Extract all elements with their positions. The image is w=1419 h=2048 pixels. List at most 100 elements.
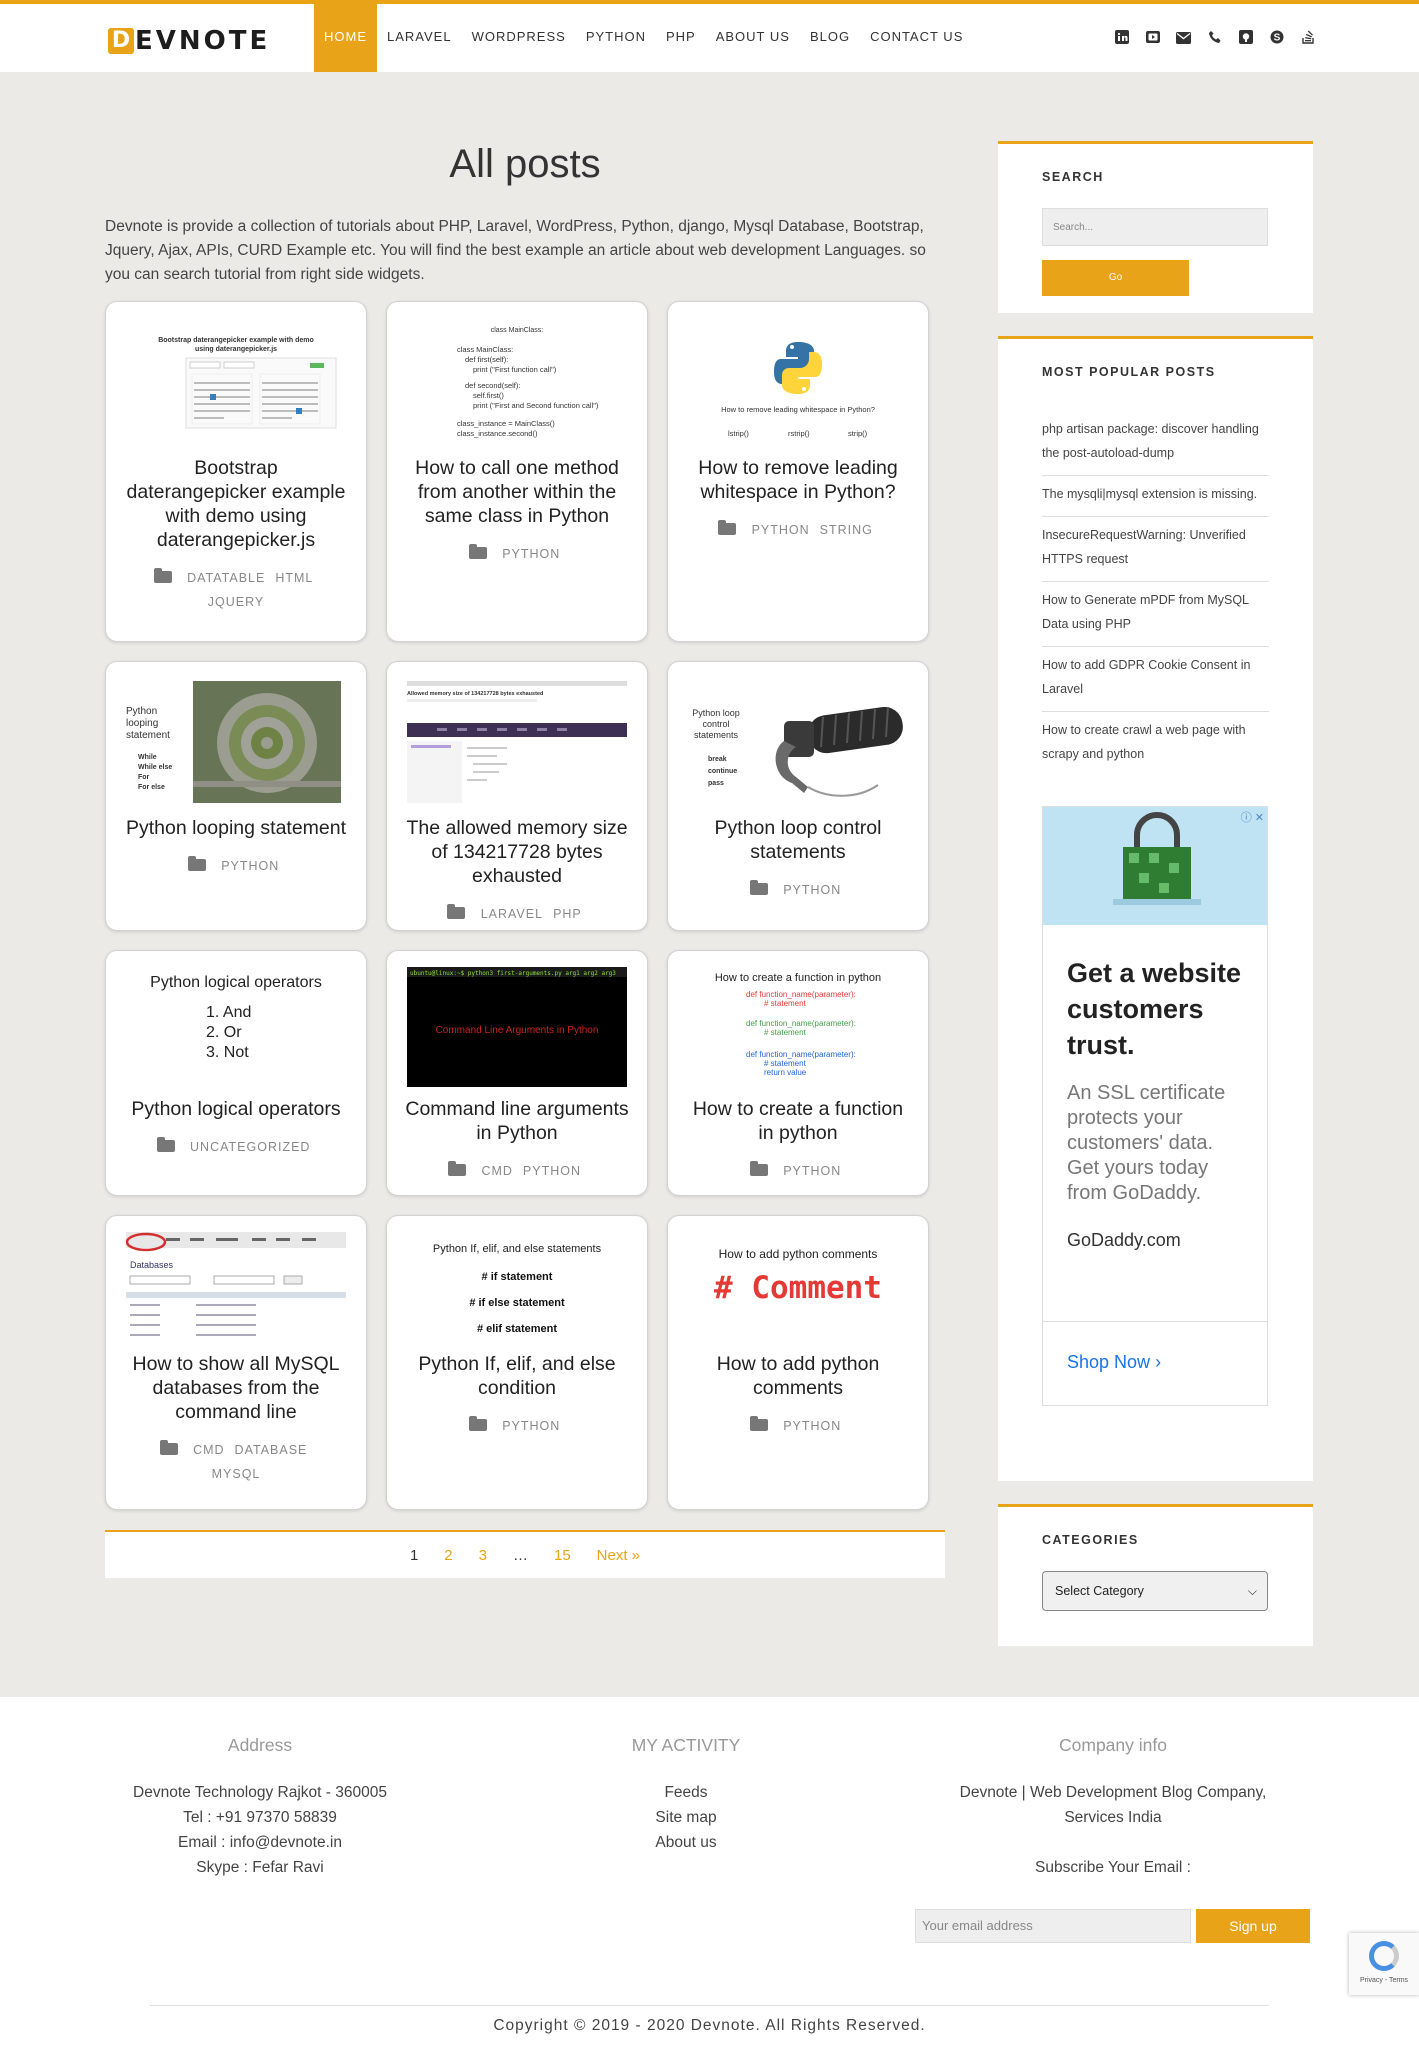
post-thumbnail[interactable]: Python logical operators 1. And 2. Or 3.… bbox=[126, 967, 346, 1087]
post-title[interactable]: Command line arguments in Python bbox=[405, 1097, 629, 1145]
post-thumbnail[interactable]: How to add python comments # Comment bbox=[688, 1232, 908, 1342]
post-card[interactable]: How to add python comments # Comment How… bbox=[667, 1215, 929, 1510]
nav-contact-us[interactable]: CONTACT US bbox=[860, 4, 973, 72]
phone-icon[interactable] bbox=[1205, 30, 1224, 49]
popular-post-link[interactable]: php artisan package: discover handling t… bbox=[1042, 411, 1269, 476]
post-tag[interactable]: PYTHON bbox=[752, 523, 810, 537]
post-title[interactable]: How to call one method from another with… bbox=[405, 456, 629, 528]
post-tag[interactable]: PYTHON bbox=[502, 547, 560, 561]
popular-post-link[interactable]: How to Generate mPDF from MySQL Data usi… bbox=[1042, 582, 1269, 647]
post-card[interactable]: Python If, elif, and else statements # i… bbox=[386, 1215, 648, 1510]
linkedin-icon[interactable] bbox=[1112, 30, 1131, 49]
post-title[interactable]: Python loop control statements bbox=[686, 816, 910, 864]
post-thumbnail[interactable]: How to create a function in python def f… bbox=[688, 967, 908, 1087]
post-thumbnail[interactable]: Python looping statement While While els… bbox=[126, 678, 346, 806]
page-link[interactable]: 2 bbox=[431, 1547, 465, 1564]
nav-python[interactable]: PYTHON bbox=[576, 4, 656, 72]
ad-brand[interactable]: GoDaddy.com bbox=[1067, 1230, 1243, 1251]
popular-post-link[interactable]: InsecureRequestWarning: Unverified HTTPS… bbox=[1042, 517, 1269, 582]
skype-icon[interactable]: S bbox=[1267, 30, 1286, 49]
recaptcha-text[interactable]: Privacy - Terms bbox=[1360, 1977, 1408, 1984]
post-title[interactable]: Python looping statement bbox=[124, 816, 348, 840]
post-thumbnail[interactable]: ubuntu@linux:~$ python3 first-arguments.… bbox=[407, 967, 627, 1087]
signup-button[interactable]: Sign up bbox=[1196, 1909, 1310, 1943]
footer-link[interactable]: Feeds bbox=[586, 1780, 786, 1805]
post-thumbnail[interactable]: How to remove leading whitespace in Pyth… bbox=[688, 318, 908, 446]
post-card[interactable]: Python looping statement While While els… bbox=[105, 661, 367, 931]
ad-choices-icon[interactable]: ⓘ ✕ bbox=[1241, 809, 1264, 825]
nav-home[interactable]: HOME bbox=[314, 4, 377, 72]
post-title[interactable]: Python If, elif, and else condition bbox=[405, 1352, 629, 1400]
post-tag[interactable]: PYTHON bbox=[783, 1419, 841, 1433]
search-go-button[interactable]: Go bbox=[1042, 260, 1189, 296]
post-tags: UNCATEGORIZED bbox=[124, 1135, 348, 1159]
ad-image[interactable]: ⓘ ✕ bbox=[1043, 807, 1267, 925]
post-card[interactable]: class MainClass: class MainClass: def fi… bbox=[386, 301, 648, 642]
post-tag[interactable]: CMD bbox=[481, 1164, 512, 1178]
post-tag[interactable]: PYTHON bbox=[523, 1164, 581, 1178]
ad-headline[interactable]: Get a website customers trust. bbox=[1067, 955, 1243, 1063]
post-tag[interactable]: PYTHON bbox=[502, 1419, 560, 1433]
nav-about-us[interactable]: ABOUT US bbox=[706, 4, 800, 72]
page-link[interactable]: 15 bbox=[541, 1547, 584, 1564]
post-tag[interactable]: CMD bbox=[193, 1443, 224, 1457]
post-thumbnail[interactable]: Bootstrap daterangepicker example with d… bbox=[126, 318, 346, 446]
search-input[interactable]: Search... bbox=[1042, 208, 1268, 246]
popular-post-link[interactable]: The mysqli|mysql extension is missing. bbox=[1042, 476, 1269, 517]
post-tag[interactable]: DATABASE bbox=[235, 1443, 308, 1457]
page-next[interactable]: Next » bbox=[584, 1547, 653, 1564]
recaptcha-badge[interactable]: Privacy - Terms bbox=[1349, 1933, 1419, 1995]
post-tag[interactable]: MYSQL bbox=[212, 1467, 261, 1481]
post-card[interactable]: Python loop control statements break con… bbox=[667, 661, 929, 931]
nav-wordpress[interactable]: WORDPRESS bbox=[462, 4, 576, 72]
post-thumbnail[interactable]: Python If, elif, and else statements # i… bbox=[407, 1232, 627, 1342]
footer-link[interactable]: Site map bbox=[586, 1805, 786, 1830]
post-title[interactable]: How to remove leading whitespace in Pyth… bbox=[686, 456, 910, 504]
site-logo[interactable]: D EVNOTE bbox=[108, 26, 270, 56]
post-tag[interactable]: PYTHON bbox=[221, 859, 279, 873]
post-thumbnail[interactable]: Allowed memory size of 134217728 bytes e… bbox=[407, 678, 627, 806]
post-thumbnail[interactable]: Databases bbox=[126, 1232, 346, 1342]
ad-cta[interactable]: Shop Now › bbox=[1043, 1321, 1267, 1405]
post-title[interactable]: How to show all MySQL databases from the… bbox=[124, 1352, 348, 1424]
post-card[interactable]: Databases How to show all MySQL database… bbox=[105, 1215, 367, 1510]
post-title[interactable]: How to add python comments bbox=[686, 1352, 910, 1400]
ad-cta-label[interactable]: Shop Now bbox=[1067, 1352, 1150, 1372]
post-tag[interactable]: PYTHON bbox=[783, 883, 841, 897]
post-tag[interactable]: PHP bbox=[553, 907, 582, 921]
subscribe-email-input[interactable]: Your email address bbox=[915, 1909, 1191, 1943]
nav-php[interactable]: PHP bbox=[656, 4, 706, 72]
mail-icon[interactable] bbox=[1174, 30, 1193, 49]
post-tag[interactable]: DATATABLE bbox=[187, 571, 265, 585]
nav-blog[interactable]: BLOG bbox=[800, 4, 860, 72]
popular-post-link[interactable]: How to create crawl a web page with scra… bbox=[1042, 712, 1269, 776]
post-thumbnail[interactable]: Python loop control statements break con… bbox=[688, 678, 908, 806]
post-card[interactable]: Allowed memory size of 134217728 bytes e… bbox=[386, 661, 648, 931]
svg-text:S: S bbox=[1273, 33, 1280, 44]
post-title[interactable]: How to create a function in python bbox=[686, 1097, 910, 1145]
post-thumbnail[interactable]: class MainClass: class MainClass: def fi… bbox=[407, 318, 627, 446]
post-tag[interactable]: STRING bbox=[820, 523, 873, 537]
popular-post-link[interactable]: How to add GDPR Cookie Consent in Larave… bbox=[1042, 647, 1269, 712]
footer-link[interactable]: About us bbox=[586, 1830, 786, 1855]
nav-laravel[interactable]: LARAVEL bbox=[377, 4, 462, 72]
post-tag[interactable]: UNCATEGORIZED bbox=[190, 1140, 310, 1154]
stackoverflow-icon[interactable] bbox=[1298, 30, 1317, 49]
post-card[interactable]: How to remove leading whitespace in Pyth… bbox=[667, 301, 929, 642]
post-tag[interactable]: JQUERY bbox=[208, 595, 264, 609]
page-link[interactable]: 3 bbox=[466, 1547, 500, 1564]
post-tag[interactable]: HTML bbox=[275, 571, 313, 585]
youtube-icon[interactable] bbox=[1143, 30, 1162, 49]
post-card[interactable]: Python logical operators 1. And 2. Or 3.… bbox=[105, 950, 367, 1196]
category-select[interactable]: Select Category bbox=[1042, 1571, 1268, 1611]
post-title[interactable]: Python logical operators bbox=[124, 1097, 348, 1121]
github-icon[interactable] bbox=[1236, 30, 1255, 49]
post-title[interactable]: Bootstrap daterangepicker example with d… bbox=[124, 456, 348, 552]
advertisement[interactable]: ⓘ ✕ Get a website customers trust. An SS… bbox=[1042, 806, 1268, 1406]
post-card[interactable]: How to create a function in python def f… bbox=[667, 950, 929, 1196]
post-tag[interactable]: LARAVEL bbox=[481, 907, 543, 921]
post-card[interactable]: ubuntu@linux:~$ python3 first-arguments.… bbox=[386, 950, 648, 1196]
post-tag[interactable]: PYTHON bbox=[783, 1164, 841, 1178]
post-card[interactable]: Bootstrap daterangepicker example with d… bbox=[105, 301, 367, 642]
post-title[interactable]: The allowed memory size of 134217728 byt… bbox=[405, 816, 629, 888]
